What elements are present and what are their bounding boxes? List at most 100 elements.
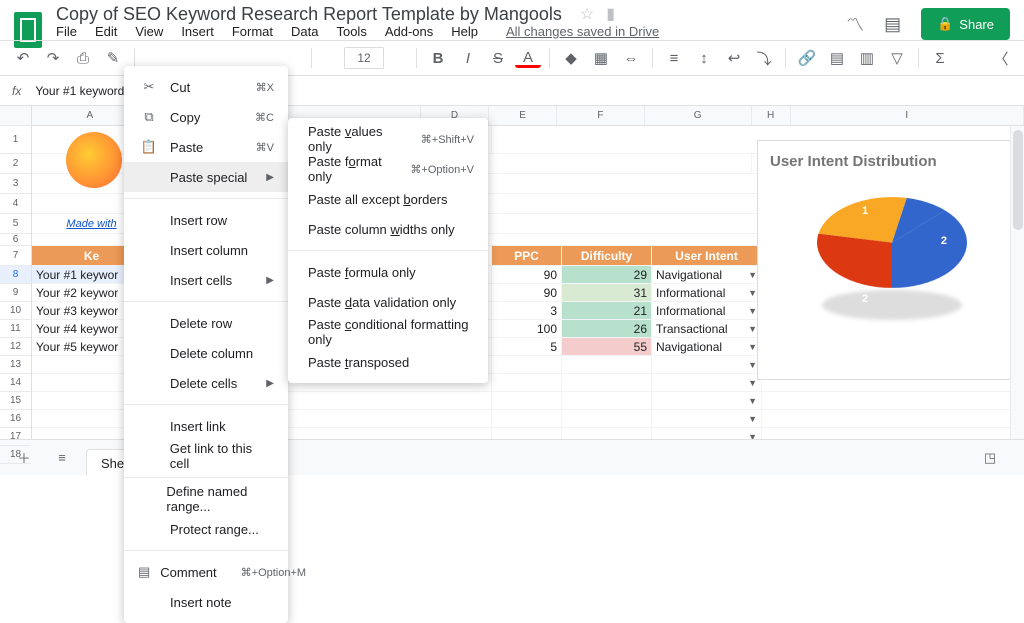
- link-icon[interactable]: 🔗: [794, 45, 820, 71]
- cell-difficulty[interactable]: 21: [562, 302, 652, 319]
- menu-view[interactable]: View: [135, 24, 163, 39]
- formula-input[interactable]: Your #1 keyword h: [35, 84, 134, 98]
- col-header[interactable]: H: [752, 106, 791, 125]
- col-header[interactable]: E: [489, 106, 557, 125]
- all-sheets-button[interactable]: ≡: [48, 444, 76, 472]
- ctx-copy[interactable]: ⧉Copy⌘C: [124, 102, 288, 132]
- menu-addons[interactable]: Add-ons: [385, 24, 433, 39]
- comment-tool-icon[interactable]: ▤: [824, 45, 850, 71]
- cell-ppc[interactable]: 90: [492, 284, 562, 301]
- row-header[interactable]: 5: [0, 214, 31, 234]
- cell-ppc[interactable]: 5: [492, 338, 562, 355]
- ctx-paste-transposed[interactable]: Paste transposed: [288, 347, 488, 377]
- filter-icon[interactable]: ▽: [884, 45, 910, 71]
- rotate-icon[interactable]: ⤵: [751, 45, 777, 71]
- row-header[interactable]: 1: [0, 126, 31, 154]
- ctx-paste-conditional[interactable]: Paste conditional formatting only: [288, 317, 488, 347]
- row-header[interactable]: 18: [0, 446, 31, 464]
- chevron-down-icon[interactable]: ▼: [748, 378, 757, 388]
- text-color-icon[interactable]: A: [515, 48, 541, 68]
- move-folder-icon[interactable]: ▮: [606, 4, 615, 24]
- ctx-define-range[interactable]: Define named range...: [124, 484, 288, 514]
- ctx-insert-note[interactable]: Insert note: [124, 587, 288, 617]
- ctx-protect-range[interactable]: Protect range...: [124, 514, 288, 544]
- col-header[interactable]: I: [791, 106, 1024, 125]
- row-header[interactable]: 15: [0, 392, 31, 410]
- col-header[interactable]: G: [645, 106, 752, 125]
- cell-intent[interactable]: Informational▼: [652, 302, 762, 319]
- ctx-comment[interactable]: ▤Comment⌘+Option+M: [124, 557, 288, 587]
- menu-format[interactable]: Format: [232, 24, 273, 39]
- menu-help[interactable]: Help: [451, 24, 478, 39]
- chevron-down-icon[interactable]: ▼: [748, 396, 757, 406]
- ctx-paste[interactable]: 📋Paste⌘V: [124, 132, 288, 162]
- ctx-paste-formula[interactable]: Paste formula only: [288, 257, 488, 287]
- collapse-toolbar-icon[interactable]: 〈: [988, 45, 1014, 71]
- ctx-delete-column[interactable]: Delete column: [124, 338, 288, 368]
- ctx-paste-except-borders[interactable]: Paste all except borders: [288, 184, 488, 214]
- row-header[interactable]: 4: [0, 194, 31, 214]
- row-header[interactable]: 2: [0, 154, 31, 174]
- valign-icon[interactable]: ↕: [691, 45, 717, 71]
- print-icon[interactable]: ⎙: [70, 45, 96, 71]
- font-size-input[interactable]: 12: [344, 47, 384, 69]
- row-header[interactable]: 8: [0, 266, 31, 284]
- paint-format-icon[interactable]: ✎: [100, 45, 126, 71]
- ctx-delete-cells[interactable]: Delete cells▶: [124, 368, 288, 398]
- ctx-paste-format[interactable]: Paste format only⌘+Option+V: [288, 154, 488, 184]
- ctx-paste-validation[interactable]: Paste data validation only: [288, 287, 488, 317]
- cell-ppc[interactable]: 100: [492, 320, 562, 337]
- borders-icon[interactable]: ▦: [588, 45, 614, 71]
- select-all-corner[interactable]: [0, 106, 31, 126]
- row-header[interactable]: 14: [0, 374, 31, 392]
- ctx-get-link[interactable]: Get link to this cell: [124, 441, 288, 471]
- cell-difficulty[interactable]: 26: [562, 320, 652, 337]
- save-status[interactable]: All changes saved in Drive: [506, 24, 659, 39]
- menu-data[interactable]: Data: [291, 24, 318, 39]
- cell-intent[interactable]: Navigational▼: [652, 338, 762, 355]
- menu-insert[interactable]: Insert: [181, 24, 214, 39]
- col-header[interactable]: F: [557, 106, 645, 125]
- chevron-down-icon[interactable]: ▼: [748, 432, 757, 440]
- row-header[interactable]: 3: [0, 174, 31, 194]
- fill-color-icon[interactable]: ◆: [558, 45, 584, 71]
- comments-icon[interactable]: ▤: [884, 14, 901, 35]
- row-header[interactable]: 7: [0, 246, 31, 266]
- row-header[interactable]: 11: [0, 320, 31, 338]
- functions-icon[interactable]: Σ: [927, 45, 953, 71]
- row-header[interactable]: 12: [0, 338, 31, 356]
- activity-chart-icon[interactable]: 〽: [846, 11, 864, 37]
- chevron-down-icon[interactable]: ▼: [748, 342, 757, 352]
- ctx-paste-widths[interactable]: Paste column widths only: [288, 214, 488, 244]
- explore-button[interactable]: ◳: [976, 444, 1004, 472]
- menu-file[interactable]: File: [56, 24, 77, 39]
- cell-intent[interactable]: Transactional▼: [652, 320, 762, 337]
- row-header[interactable]: 6: [0, 234, 31, 246]
- chevron-down-icon[interactable]: ▼: [748, 414, 757, 424]
- ctx-insert-link[interactable]: Insert link: [124, 411, 288, 441]
- cell-difficulty[interactable]: 31: [562, 284, 652, 301]
- halign-icon[interactable]: ≡: [661, 45, 687, 71]
- cell-difficulty[interactable]: 55: [562, 338, 652, 355]
- merge-icon[interactable]: ⇔: [618, 45, 644, 71]
- cell-difficulty[interactable]: 29: [562, 266, 652, 283]
- ctx-paste-values[interactable]: Paste values only⌘+Shift+V: [288, 124, 488, 154]
- cell-ppc[interactable]: 90: [492, 266, 562, 283]
- bold-icon[interactable]: B: [425, 45, 451, 71]
- wrap-icon[interactable]: ↩: [721, 45, 747, 71]
- cell-intent[interactable]: Informational▼: [652, 284, 762, 301]
- ctx-insert-column[interactable]: Insert column: [124, 235, 288, 265]
- row-header[interactable]: 13: [0, 356, 31, 374]
- chevron-down-icon[interactable]: ▼: [748, 306, 757, 316]
- row-header[interactable]: 10: [0, 302, 31, 320]
- chart-tool-icon[interactable]: ▥: [854, 45, 880, 71]
- ctx-insert-row[interactable]: Insert row: [124, 205, 288, 235]
- ctx-delete-row[interactable]: Delete row: [124, 308, 288, 338]
- redo-icon[interactable]: ↷: [40, 45, 66, 71]
- ctx-insert-cells[interactable]: Insert cells▶: [124, 265, 288, 295]
- cell-intent[interactable]: Navigational▼: [652, 266, 762, 283]
- cell-ppc[interactable]: 3: [492, 302, 562, 319]
- strike-icon[interactable]: S: [485, 45, 511, 71]
- chart-user-intent[interactable]: User Intent Distribution 2 2 1: [757, 140, 1024, 380]
- undo-icon[interactable]: ↶: [10, 45, 36, 71]
